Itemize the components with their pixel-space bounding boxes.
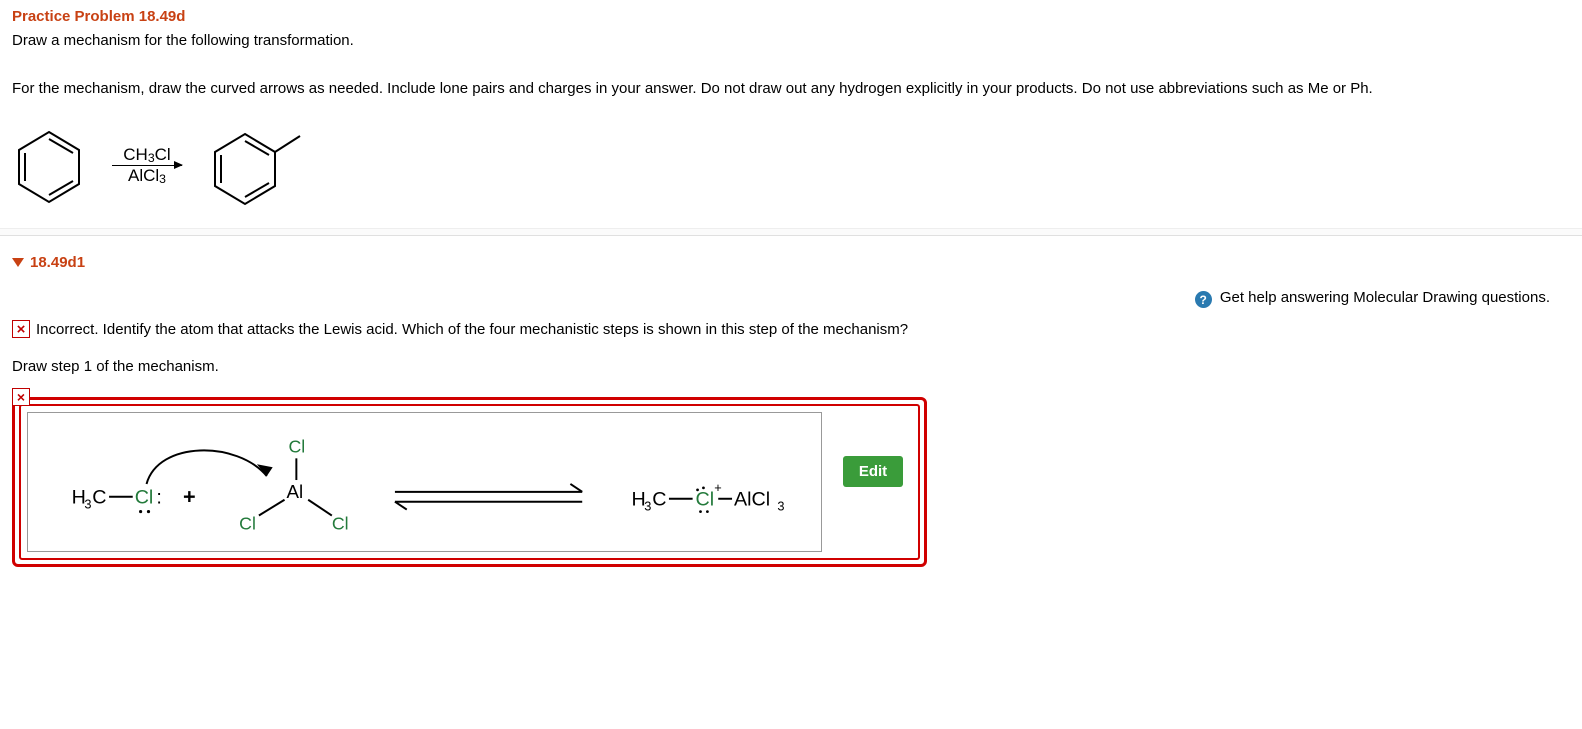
svg-text:+: + [714,480,721,495]
svg-text::: : [156,487,161,509]
edit-button[interactable]: Edit [843,456,903,487]
feedback-text: Incorrect. Identify the atom that attack… [36,321,908,338]
reagent-bottom: AlCl3 [128,166,166,186]
toluene-structure [208,124,304,208]
svg-text:Cl: Cl [239,513,256,533]
svg-text:Cl: Cl [288,436,305,456]
edit-column: Edit [828,406,918,558]
svg-text:3: 3 [84,497,91,512]
incorrect-icon: × [12,320,30,338]
reaction-arrow-icon [112,165,182,166]
svg-text:+: + [183,484,196,509]
answer-area: × H 3 C Cl : + Cl Al [12,397,927,567]
molecular-drawing-canvas[interactable]: H 3 C Cl : + Cl Al Cl [27,412,822,552]
reagent-arrow: CH3Cl AlCl3 [112,145,182,186]
help-icon[interactable]: ? [1195,291,1212,308]
problem-title: Practice Problem 18.49d [12,8,1570,25]
svg-text:C: C [652,489,666,511]
step-label: Draw step 1 of the mechanism. [12,358,1570,375]
chevron-down-icon [12,258,24,267]
answer-inner: H 3 C Cl : + Cl Al Cl [19,404,920,560]
instruction-text: Draw a mechanism for the following trans… [12,31,1570,51]
part-header[interactable]: 18.49d1 [12,254,1570,271]
svg-text:AlCl: AlCl [734,489,770,511]
detail-text: For the mechanism, draw the curved arrow… [12,79,1570,99]
feedback-row: × Incorrect. Identify the atom that atta… [12,320,1570,338]
svg-text:3: 3 [644,499,651,514]
svg-text:C: C [92,487,106,509]
help-row: ? Get help answering Molecular Drawing q… [12,289,1570,309]
part-label: 18.49d1 [30,254,85,271]
svg-text:Cl: Cl [332,513,349,533]
reaction-scheme: CH3Cl AlCl3 [12,124,1570,220]
help-link[interactable]: Get help answering Molecular Drawing que… [1220,289,1550,306]
svg-text:3: 3 [777,499,784,514]
benzene-structure [12,126,86,206]
answer-incorrect-icon: × [12,388,30,406]
svg-text:Cl: Cl [135,487,154,509]
svg-text:Al: Al [287,481,304,502]
section-divider [0,228,1582,236]
svg-text:Cl: Cl [696,489,715,511]
reagent-top: CH3Cl [123,145,170,165]
